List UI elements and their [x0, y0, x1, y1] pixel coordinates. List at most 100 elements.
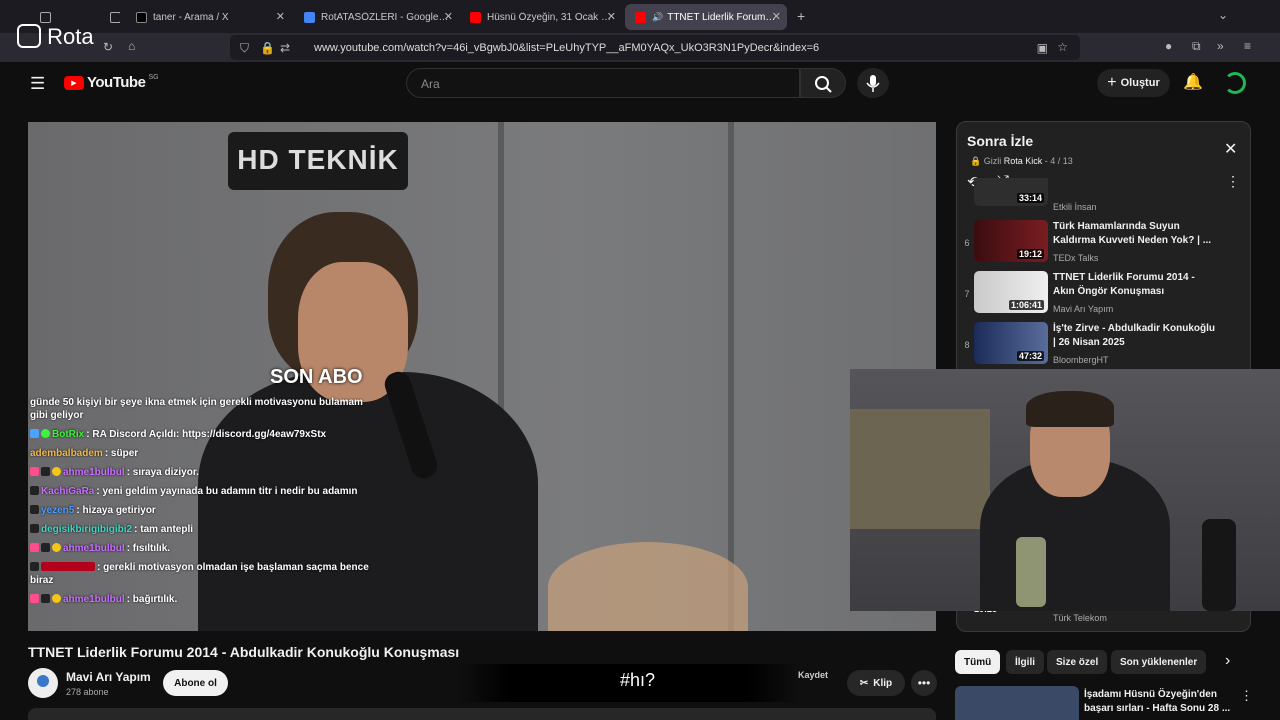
create-button[interactable]: + Oluştur: [1097, 69, 1170, 97]
tab-label: RotATASÖZLERİ - Google Doküm: [321, 11, 449, 23]
lock-icon: 🔒: [970, 156, 982, 166]
close-icon[interactable]: ✕: [444, 10, 453, 23]
playlist-thumbnail: 47:32: [974, 322, 1048, 364]
extensions-icon[interactable]: ⧉: [1192, 39, 1201, 54]
subscribe-button[interactable]: Abone ol: [163, 670, 228, 696]
son-abo-overlay: SON ABO: [270, 366, 363, 388]
chat-username: ahme1bulbul: [63, 467, 125, 478]
youtube-icon: [470, 11, 481, 23]
menu-icon[interactable]: ≡: [1244, 39, 1251, 53]
chip-related[interactable]: İlgili: [1006, 650, 1044, 674]
subscriber-badge-icon: [41, 543, 50, 552]
chat-text: : sıraya diziyor.: [126, 467, 199, 478]
speaker-icon[interactable]: 🔊: [652, 12, 663, 23]
chat-text: : fısıltılık.: [126, 543, 171, 554]
recommendation-thumbnail[interactable]: [955, 686, 1079, 720]
redaction-caption: #hı?: [620, 670, 656, 690]
address-bar[interactable]: ⛉ 🔒 ⇄ www.youtube.com/watch?v=46i_vBgwbJ…: [230, 35, 1080, 60]
save-button[interactable]: Kaydet: [798, 670, 828, 682]
youtube-logo[interactable]: ▶ YouTube SG: [64, 74, 159, 91]
hamburger-menu-icon[interactable]: ☰: [30, 74, 45, 94]
playlist-index: 8: [964, 340, 970, 350]
playlist-item[interactable]: 6 19:12 Türk Hamamlarında Suyun Kaldırma…: [957, 218, 1247, 268]
chevron-right-icon[interactable]: ›: [1225, 652, 1230, 670]
hd-banner-text: HD TEKNİK: [237, 144, 399, 175]
new-tab-icon[interactable]: +: [797, 8, 805, 24]
description-box[interactable]: [28, 708, 936, 720]
channel-name[interactable]: Mavi Arı Yapım: [66, 670, 151, 684]
chat-text: : süper: [104, 448, 139, 459]
overflow-chevron-icon[interactable]: »: [1217, 39, 1224, 53]
close-icon[interactable]: ✕: [772, 10, 781, 23]
playlist-channel[interactable]: TEDx Talks: [1053, 253, 1098, 263]
playlist-channel[interactable]: Etkili İnsan: [1053, 202, 1097, 212]
glass: [1016, 537, 1046, 607]
docs-icon: [304, 11, 315, 23]
notifications-bell-icon[interactable]: 🔔: [1183, 72, 1203, 92]
voice-search-button[interactable]: [857, 68, 889, 98]
chat-message: günde 50 kişiyi bir şeye ikna etmek için…: [30, 396, 370, 422]
recommendation-title[interactable]: İşadamı Hüsnü Özyeğin'den başarı sırları…: [1084, 688, 1234, 716]
chat-username: BotRix: [52, 429, 85, 440]
playlist-item[interactable]: 33:14 Etkili İnsan: [957, 178, 1247, 214]
playlist-index: 7: [964, 289, 970, 299]
search-input[interactable]: Ara: [406, 68, 800, 98]
close-icon[interactable]: ✕: [607, 10, 616, 23]
tab-husnu-video[interactable]: Hüsnü Özyeğin, 31 Ocak 2017 P ✕: [460, 4, 622, 30]
playlist-video-title: Türk Hamamlarında Suyun Kaldırma Kuvveti…: [1053, 221, 1212, 246]
tab-overview-icon[interactable]: [100, 4, 120, 30]
chip-for-you[interactable]: Size özel: [1047, 650, 1108, 674]
reload-icon[interactable]: ↻: [103, 40, 113, 54]
video-duration: 33:14: [1016, 193, 1044, 203]
playlist-position: 4 / 13: [1050, 156, 1073, 166]
playlist-title[interactable]: Sonra İzle: [967, 133, 1033, 149]
permissions-icon[interactable]: ⇄: [280, 41, 290, 55]
chip-all[interactable]: Tümü: [955, 650, 1001, 674]
playlist-channel[interactable]: Mavi Arı Yapım: [1053, 304, 1113, 314]
playlist-channel[interactable]: Türk Telekom: [1053, 613, 1107, 623]
wall-panel-seam: [728, 122, 734, 631]
playlist-owner[interactable]: Rota Kick: [1004, 156, 1043, 166]
chat-message: ahme1bulbul: bağırtılık.: [30, 593, 370, 606]
shield-icon[interactable]: ⛉: [240, 41, 249, 56]
chip-recent[interactable]: Son yüklenenler: [1111, 650, 1207, 674]
tab-google-docs[interactable]: RotATASÖZLERİ - Google Doküm ✕: [294, 4, 459, 30]
tab-list-icon[interactable]: ⌄: [1218, 8, 1228, 22]
tab-ttnet-video[interactable]: 🔊 TTNET Liderlik Forumu 201 ✕: [625, 4, 787, 30]
recommendation-menu-icon[interactable]: ⋮: [1240, 688, 1253, 704]
search-button[interactable]: [800, 68, 846, 98]
chat-username: ahme1bulbul: [63, 594, 125, 605]
chat-message: ahme1bulbul: sıraya diziyor.: [30, 466, 370, 479]
bookmark-star-icon[interactable]: ☆: [1057, 40, 1068, 54]
clip-button[interactable]: ✂ Klip: [847, 670, 905, 696]
create-label: Oluştur: [1120, 77, 1160, 89]
playlist-item[interactable]: 8 47:32 İş'te Zirve - Abdulkadir Konukoğ…: [957, 320, 1247, 370]
channel-avatar[interactable]: [28, 668, 58, 698]
avatar[interactable]: [1224, 72, 1246, 94]
chat-text: : bağırtılık.: [126, 594, 178, 605]
close-playlist-icon[interactable]: ✕: [1224, 139, 1237, 159]
browser-tab-strip: taner - Arama / X ✕ RotATASÖZLERİ - Goog…: [0, 0, 1280, 33]
clip-label: Klip: [873, 677, 893, 689]
tab-label: Hüsnü Özyeğin, 31 Ocak 2017 P: [487, 11, 612, 23]
playlist-video-title: TTNET Liderlik Forumu 2014 - Akın Öngör …: [1053, 272, 1195, 297]
home-icon[interactable]: ⌂: [128, 39, 135, 53]
chat-text: : RA Discord Açıldı: https://discord.gg/…: [86, 429, 327, 440]
close-icon[interactable]: ✕: [276, 10, 285, 23]
video-duration: 1:06:41: [1008, 300, 1044, 310]
chat-username: adembalbadem: [30, 448, 103, 459]
picture-in-picture-icon[interactable]: ▣: [1037, 41, 1048, 55]
tab-label: TTNET Liderlik Forumu 201: [667, 11, 777, 23]
extension-icon[interactable]: ●: [1165, 39, 1172, 53]
tab-x-search[interactable]: taner - Arama / X ✕: [126, 4, 291, 30]
lock-icon[interactable]: 🔒: [260, 41, 275, 55]
url-text[interactable]: www.youtube.com/watch?v=46i_vBgwbJ0&list…: [314, 42, 819, 54]
more-actions-button[interactable]: •••: [911, 670, 937, 696]
chat-username: yezen5: [41, 505, 75, 516]
gift-badge-icon: [30, 543, 39, 552]
playlist-channel[interactable]: BloombergHT: [1053, 355, 1109, 365]
chat-message: KachiGaRa: yeni geldim yayınada bu adamı…: [30, 485, 370, 498]
more-horizontal-icon: •••: [917, 676, 931, 690]
playlist-item[interactable]: 7 1:06:41 TTNET Liderlik Forumu 2014 - A…: [957, 269, 1247, 319]
save-label: Kaydet: [798, 670, 828, 680]
